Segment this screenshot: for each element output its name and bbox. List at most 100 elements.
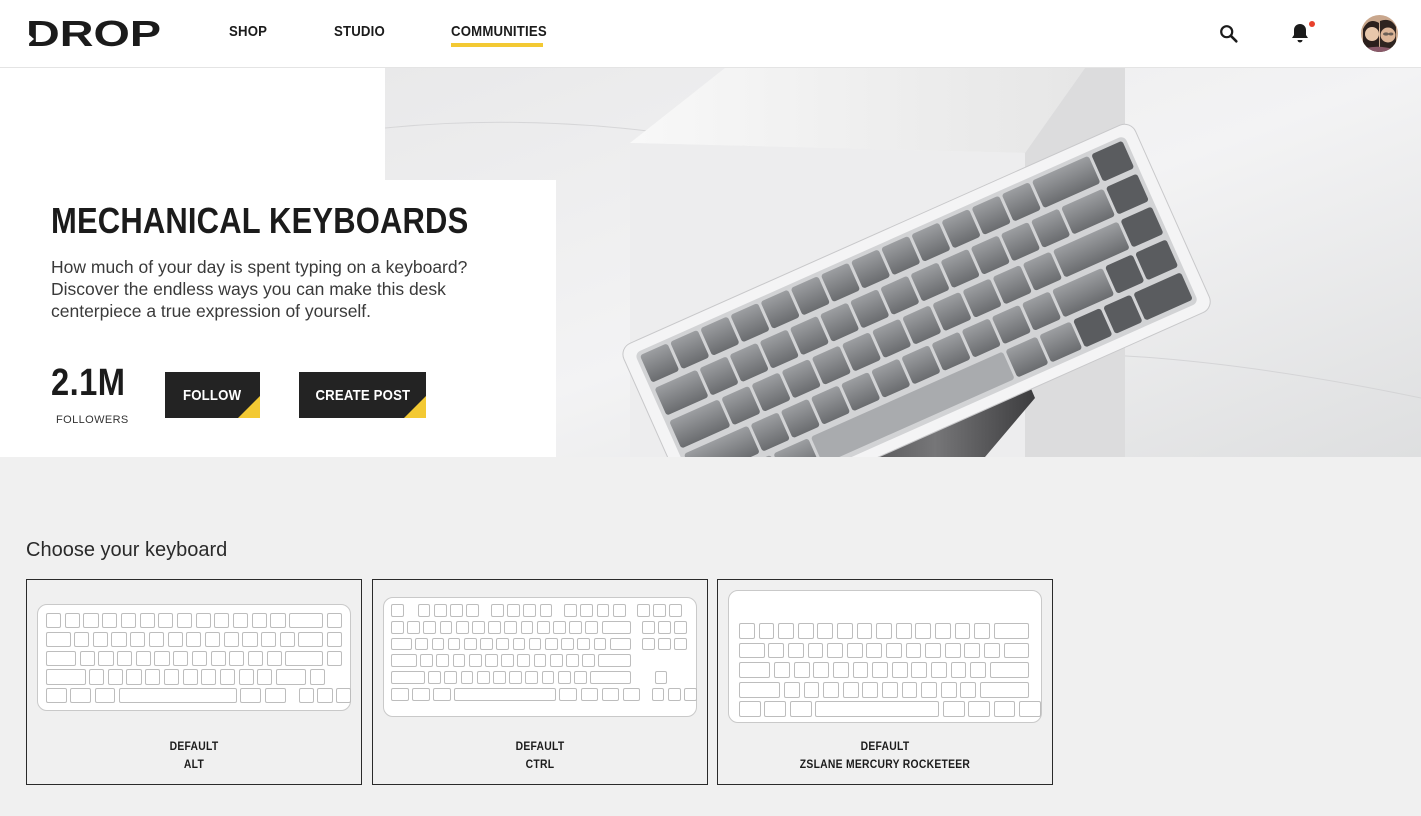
keycap <box>102 613 118 629</box>
keycap <box>674 620 688 634</box>
keycap <box>980 681 1030 698</box>
keycap <box>204 631 221 647</box>
keycap <box>455 620 469 634</box>
keycap <box>935 623 951 639</box>
keycap <box>261 631 277 647</box>
hero-white-corner <box>0 68 385 180</box>
keycap <box>454 688 557 701</box>
keycap <box>46 688 67 704</box>
keycap <box>807 642 824 659</box>
follow-button-label: FOLLOW <box>183 386 242 404</box>
keycap <box>862 681 879 698</box>
keycap <box>827 642 843 659</box>
keyboard-option-line1: DEFAULT <box>515 741 565 753</box>
nav-active-underline <box>451 43 543 47</box>
keycap <box>901 681 918 698</box>
keycap <box>154 650 170 666</box>
keycap <box>739 701 761 718</box>
avatar[interactable] <box>1361 15 1398 52</box>
keycap <box>577 637 591 651</box>
follow-button[interactable]: FOLLOW <box>165 372 260 418</box>
keycap <box>107 669 123 685</box>
keycap <box>145 669 161 685</box>
keycap <box>423 620 437 634</box>
keycap <box>565 654 579 668</box>
keycap <box>590 671 631 684</box>
nav-studio[interactable]: STUDIO <box>334 23 385 40</box>
keycap <box>148 631 165 647</box>
create-post-button-label: CREATE POST <box>315 386 410 404</box>
keyboard-option-name: ZSLANE MERCURY ROCKETEER <box>799 759 971 771</box>
keycap <box>326 650 342 666</box>
keycap <box>788 642 804 659</box>
keycap <box>195 613 211 629</box>
keycap <box>669 604 683 617</box>
drop-logo-text: DROP <box>26 17 161 49</box>
keycap <box>176 613 193 629</box>
keycap <box>541 671 555 684</box>
keycap <box>298 688 314 704</box>
keycap <box>654 671 668 684</box>
keycap <box>186 631 202 647</box>
keycap <box>444 671 458 684</box>
top-navigation-bar: DROP SHOP STUDIO COMMUNITIES <box>0 0 1421 68</box>
keycap <box>813 662 830 678</box>
keycap <box>167 631 183 647</box>
keycap <box>158 613 174 629</box>
nav-shop[interactable]: SHOP <box>229 23 267 40</box>
keycap <box>480 637 493 651</box>
keycap <box>94 688 116 704</box>
keycap <box>580 604 594 617</box>
keycap <box>118 688 237 704</box>
keycap <box>968 701 990 718</box>
followers-label: FOLLOWERS <box>56 414 129 426</box>
keycap <box>803 681 820 698</box>
keycap <box>46 631 71 647</box>
keycap <box>921 681 938 698</box>
keycap <box>191 650 208 666</box>
keycap <box>974 623 990 639</box>
keycap <box>257 669 273 685</box>
keyboard-option-name: ALT <box>183 759 205 771</box>
keyboard-option-line1: DEFAULT <box>860 741 910 753</box>
keycap <box>970 662 987 678</box>
keycap <box>251 613 267 629</box>
keycap <box>739 662 771 678</box>
keyboard-option-alt[interactable]: DEFAULT ALT <box>26 579 362 785</box>
keycap <box>517 654 531 668</box>
keycap <box>317 688 333 704</box>
keycap <box>468 654 482 668</box>
keycap <box>431 637 445 651</box>
search-icon[interactable] <box>1216 21 1242 47</box>
keycap <box>667 688 681 701</box>
keycap <box>993 701 1016 718</box>
keycap <box>536 620 550 634</box>
keycap <box>279 631 295 647</box>
keycap <box>74 631 90 647</box>
keycap <box>83 613 99 629</box>
keycap <box>882 681 898 698</box>
keycap <box>496 637 510 651</box>
keycap <box>447 637 461 651</box>
drop-logo[interactable]: DROP <box>26 17 161 49</box>
keyboard-option-zslane[interactable]: DEFAULT ZSLANE MERCURY ROCKETEER <box>717 579 1053 785</box>
keycap <box>846 642 863 659</box>
nav-communities[interactable]: COMMUNITIES <box>451 23 547 40</box>
keycap <box>960 681 977 698</box>
keycap <box>276 669 307 685</box>
keycap <box>523 604 537 617</box>
keycap <box>64 613 80 629</box>
keycap <box>412 688 430 701</box>
keycap <box>111 631 127 647</box>
create-post-button[interactable]: CREATE POST <box>299 372 426 418</box>
keycap <box>214 613 230 629</box>
keycap <box>472 620 485 634</box>
keycap <box>391 620 404 634</box>
keycap <box>817 623 834 639</box>
keyboard-option-ctrl[interactable]: DEFAULT CTRL <box>372 579 708 785</box>
keycap <box>46 669 86 685</box>
keycap <box>582 654 595 668</box>
keycap <box>463 637 477 651</box>
keycap <box>439 620 453 634</box>
keycap <box>950 662 967 678</box>
